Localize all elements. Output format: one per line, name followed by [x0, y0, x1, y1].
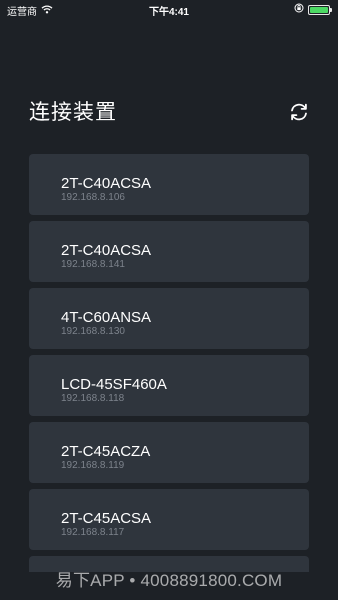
page-title: 连接装置 — [29, 101, 117, 124]
status-right — [294, 3, 332, 16]
device-name: 4T-C60ANSA — [61, 309, 152, 326]
device-ip: 192.168.8.119 — [61, 460, 125, 471]
battery-icon — [308, 4, 330, 15]
status-time: 下午4:41 — [148, 7, 189, 18]
watermark-text: 易下APP • 4008891800.COM — [55, 571, 283, 590]
device-name: LCD-45SF460A — [61, 376, 167, 393]
device-card[interactable]: 2T-C45ACSA 192.168.8.117 — [29, 489, 309, 550]
device-card[interactable]: 2T-C40ACSA 192.168.8.106 — [29, 154, 309, 215]
device-card[interactable]: 4T-C60ANSA 192.168.8.130 — [29, 288, 309, 349]
device-name: 2T-C45ACZA — [61, 443, 151, 460]
device-list: 2T-C40ACSA 192.168.8.106 2T-C40ACSA 192.… — [29, 154, 309, 572]
device-name: 2T-C40ACSA — [61, 175, 152, 192]
device-ip: 192.168.8.106 — [61, 192, 125, 203]
orientation-lock-icon — [294, 3, 304, 16]
refresh-button[interactable] — [286, 99, 312, 125]
device-ip: 192.168.8.130 — [61, 326, 125, 337]
device-card[interactable]: 2T-C45ACZA 192.168.8.119 — [29, 422, 309, 483]
device-ip: 192.168.8.118 — [61, 393, 125, 404]
device-ip: 192.168.8.117 — [61, 527, 125, 538]
device-name: 2T-C40ACSA — [61, 242, 152, 259]
device-ip: 192.168.8.141 — [61, 259, 125, 270]
refresh-icon — [291, 103, 307, 121]
status-bar: 运营商 下午4:41 — [0, 0, 338, 18]
device-card[interactable]: LCD-45SF460A 192.168.8.118 — [29, 355, 309, 416]
device-name: 2T-C45ACSA — [61, 510, 152, 527]
device-card[interactable]: 2T-C40ACSA 192.168.8.141 — [29, 221, 309, 282]
